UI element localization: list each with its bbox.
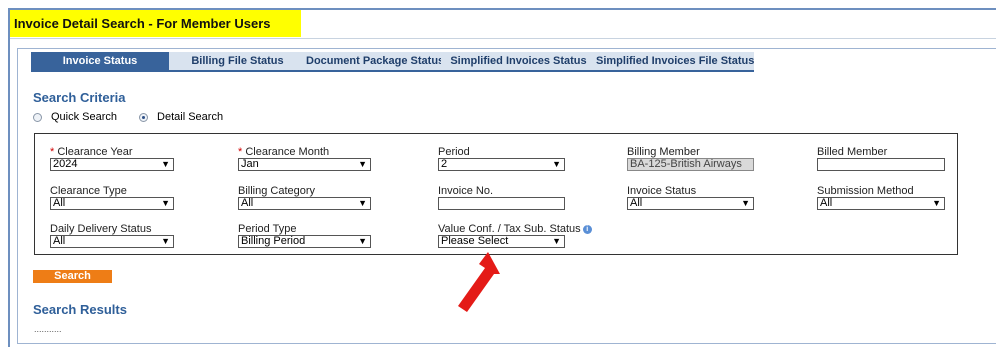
arrow-pointer-icon — [458, 252, 500, 312]
daily-delivery-status-field: Daily Delivery Status All ▼ — [50, 224, 174, 248]
clearance-month-field: * Clearance Month Jan ▼ — [238, 147, 371, 171]
dropdown-arrow-icon: ▼ — [358, 198, 367, 208]
dropdown-arrow-icon: ▼ — [161, 236, 170, 246]
dropdown-arrow-icon: ▼ — [161, 159, 170, 169]
dropdown-arrow-icon: ▼ — [741, 198, 750, 208]
invoice-status-field: Invoice Status All ▼ — [627, 186, 754, 210]
invoice-status-label: Invoice Status — [627, 185, 697, 197]
tab-document-package-status[interactable]: Document Package Status — [306, 52, 444, 70]
dropdown-arrow-icon: ▼ — [552, 236, 561, 246]
search-results-heading: Search Results — [33, 302, 127, 317]
value-conf-tax-sub-status-label: Value Conf. / Tax Sub. Status i — [438, 224, 592, 235]
quick-search-radio[interactable] — [33, 112, 42, 122]
daily-delivery-status-select[interactable]: All ▼ — [50, 235, 174, 248]
tab-bar: Invoice Status Billing File Status Docum… — [31, 52, 754, 70]
daily-delivery-status-label: Daily Delivery Status — [50, 223, 152, 235]
clearance-month-select[interactable]: Jan ▼ — [238, 158, 371, 171]
dropdown-arrow-icon: ▼ — [358, 159, 367, 169]
dropdown-arrow-icon: ▼ — [161, 198, 170, 208]
detail-search-label: Detail Search — [157, 111, 224, 123]
billing-category-field: Billing Category All ▼ — [238, 186, 371, 210]
clearance-type-select[interactable]: All ▼ — [50, 197, 174, 210]
search-criteria-heading: Search Criteria — [33, 90, 126, 105]
value-conf-tax-sub-status-field: Value Conf. / Tax Sub. Status i Please Se… — [438, 224, 592, 248]
dropdown-arrow-icon: ▼ — [932, 198, 941, 208]
submission-method-field: Submission Method All ▼ — [817, 186, 945, 210]
clearance-year-select[interactable]: 2024 ▼ — [50, 158, 174, 171]
invoice-status-select[interactable]: All ▼ — [627, 197, 754, 210]
period-label: Period — [438, 146, 470, 158]
tab-billing-file-status[interactable]: Billing File Status — [169, 52, 306, 70]
red-arrow-annotation — [458, 252, 500, 312]
invoice-no-field: Invoice No. — [438, 186, 565, 210]
period-select[interactable]: 2 ▼ — [438, 158, 565, 171]
clearance-type-label: Clearance Type — [50, 185, 127, 197]
dropdown-arrow-icon: ▼ — [552, 159, 561, 169]
billing-member-field: Billing Member BA-125-British Airways — [627, 147, 754, 171]
tab-simplified-invoices-status[interactable]: Simplified Invoices Status — [441, 52, 596, 70]
period-field: Period 2 ▼ — [438, 147, 565, 171]
billing-member-input: BA-125-British Airways — [627, 158, 754, 171]
search-button[interactable]: Search — [33, 270, 112, 283]
invoice-no-input[interactable] — [438, 197, 565, 210]
title-divider — [10, 38, 996, 39]
search-mode-options: Quick Search Detail Search — [33, 110, 245, 124]
billed-member-input[interactable] — [817, 158, 945, 171]
tab-simplified-invoices-file-status[interactable]: Simplified Invoices File Status — [596, 52, 754, 70]
quick-search-label: Quick Search — [51, 111, 118, 123]
required-mark: * — [238, 146, 243, 158]
invoice-no-label: Invoice No. — [438, 185, 494, 197]
billing-category-label: Billing Category — [238, 185, 316, 197]
clearance-type-field: Clearance Type All ▼ — [50, 186, 174, 210]
submission-method-label: Submission Method — [817, 185, 914, 197]
info-icon[interactable]: i — [582, 224, 592, 234]
billing-category-select[interactable]: All ▼ — [238, 197, 371, 210]
tab-strip-underline — [31, 70, 754, 72]
period-type-field: Period Type Billing Period ▼ — [238, 224, 371, 248]
tab-invoice-status[interactable]: Invoice Status — [31, 52, 169, 70]
value-conf-tax-sub-status-select[interactable]: Please Select ▼ — [438, 235, 565, 248]
billed-member-label: Billed Member — [817, 146, 888, 158]
period-type-select[interactable]: Billing Period ▼ — [238, 235, 371, 248]
results-placeholder: ........... — [34, 324, 62, 334]
required-mark: * — [50, 146, 55, 158]
billed-member-field: Billed Member — [817, 147, 945, 171]
submission-method-select[interactable]: All ▼ — [817, 197, 945, 210]
clearance-year-label: * Clearance Year — [50, 146, 133, 158]
period-type-label: Period Type — [238, 223, 297, 235]
clearance-month-label: * Clearance Month — [238, 146, 330, 158]
billing-member-label: Billing Member — [627, 146, 700, 158]
page-title: Invoice Detail Search - For Member Users — [10, 10, 301, 37]
clearance-year-field: * Clearance Year 2024 ▼ — [50, 147, 174, 171]
dropdown-arrow-icon: ▼ — [358, 236, 367, 246]
detail-search-radio[interactable] — [139, 112, 149, 122]
